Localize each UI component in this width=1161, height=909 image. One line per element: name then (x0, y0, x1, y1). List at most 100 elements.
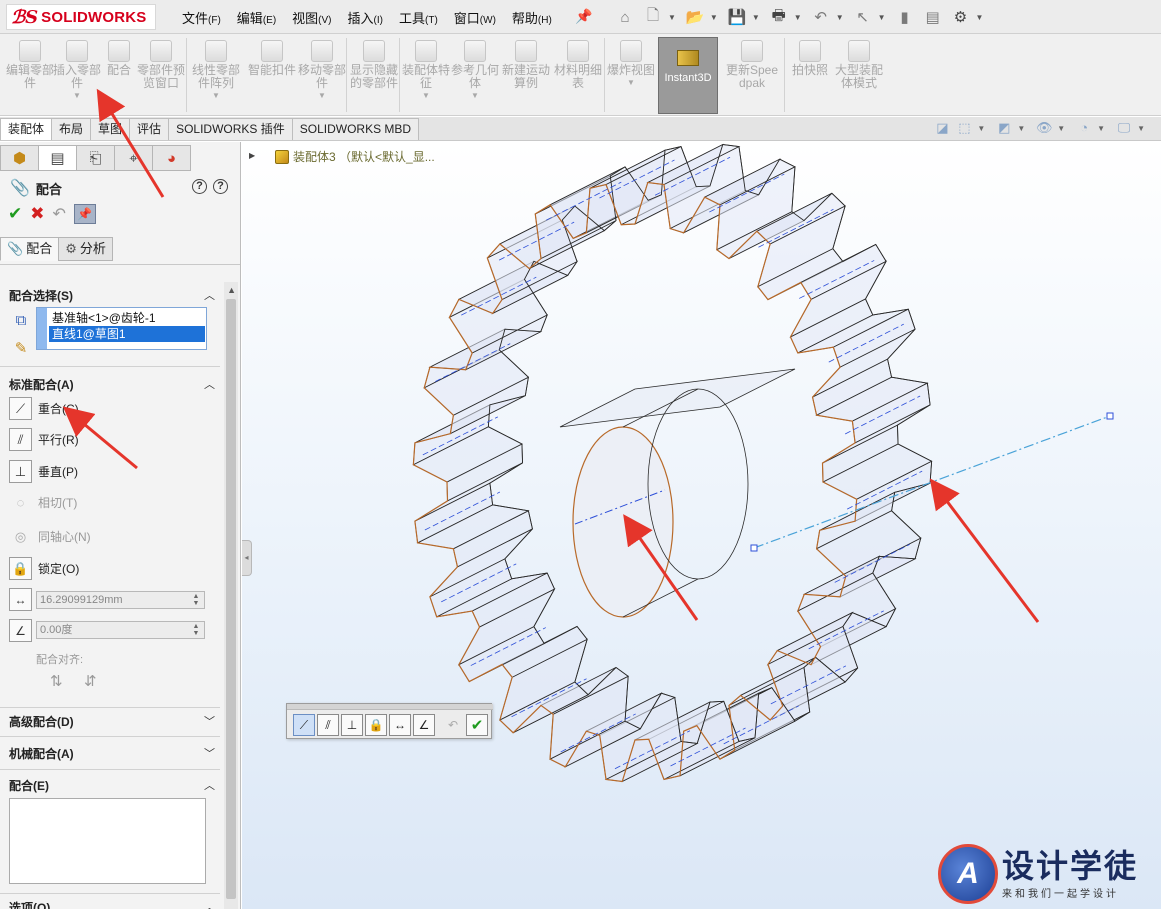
keep-visible-pin-icon[interactable]: 📌 (73, 204, 96, 224)
perpendicular-icon[interactable]: ⊥ (341, 714, 363, 736)
group-mates[interactable]: 配合(E) (9, 777, 49, 794)
undo-icon[interactable]: ↶ (808, 4, 834, 30)
aligned-icon[interactable]: ⇅ (50, 672, 63, 690)
new-document-icon[interactable]: 🗋 (640, 4, 666, 30)
dimxpert-tab-icon[interactable]: ⌖ (114, 145, 153, 171)
help-icon[interactable]: ? (213, 179, 228, 194)
menu-edit[interactable]: 编辑(E) (237, 8, 276, 27)
assembly-features-button[interactable]: 装配体特征 ▼ (400, 40, 452, 100)
edit-component-button[interactable]: 编辑零部件 (4, 40, 56, 90)
scene-icon[interactable]: ◔ (1075, 120, 1093, 136)
chevron-up-icon[interactable]: ︿ (204, 287, 215, 303)
chevron-down-icon[interactable]: ﹀ (204, 745, 215, 761)
linear-pattern-button[interactable]: 线性零部件阵列 ▼ (190, 40, 242, 100)
property-manager-tab-icon[interactable]: ▤ (38, 145, 77, 171)
file-properties-icon[interactable]: ▤ (920, 4, 946, 30)
group-mechanical-mates[interactable]: 机械配合(A) (9, 745, 74, 762)
chevron-down-icon[interactable]: ▼ (422, 91, 430, 100)
home-icon[interactable]: ⌂ (612, 4, 638, 30)
mate-reference-icon[interactable]: ✎ (10, 338, 32, 360)
options-gear-icon[interactable]: ⚙ (948, 4, 974, 30)
menu-insert[interactable]: 插入(I) (348, 8, 383, 27)
solidworks-logo[interactable]: ℬS SOLIDWORKS (6, 4, 156, 30)
group-standard-mates[interactable]: 标准配合(A) (9, 376, 74, 393)
spinner-arrows-icon[interactable]: ▲ ▼ (189, 623, 203, 637)
large-assembly-mode-button[interactable]: 大型装配体模式 (833, 40, 885, 90)
tab-mbd[interactable]: SOLIDWORKS MBD (291, 118, 420, 140)
scene-dropdown-icon[interactable]: ▼ (1097, 124, 1105, 133)
tab-assembly[interactable]: 装配体 (0, 118, 53, 140)
exploded-view-button[interactable]: 爆炸视图 ▼ (605, 40, 657, 87)
component-preview-button[interactable]: 零部件预览窗口 (135, 40, 187, 90)
open-dropdown-icon[interactable]: ▼ (710, 13, 718, 22)
gear-model[interactable] (242, 142, 1161, 909)
parallel-icon[interactable]: ⫽ (317, 714, 339, 736)
bill-of-materials-button[interactable]: 材料明细表 (552, 40, 604, 90)
chevron-down-icon[interactable]: ﹀ (204, 713, 215, 729)
mate-parallel[interactable]: ⫽ 平行(R) (9, 428, 79, 451)
new-motion-study-button[interactable]: 新建运动算例 (500, 40, 552, 90)
tab-analysis[interactable]: ⚙ 分析 (58, 237, 113, 261)
tab-evaluate[interactable]: 评估 (129, 118, 170, 140)
scrollbar-thumb[interactable] (226, 299, 236, 899)
coincident-icon[interactable]: ⟋ (293, 714, 315, 736)
scroll-up-icon[interactable]: ▲ (227, 285, 236, 295)
angle-input[interactable]: 0.00度 ▲ ▼ (36, 621, 205, 639)
mate-perpendicular[interactable]: ⊥ 垂直(P) (9, 460, 78, 483)
zoom-to-fit-icon[interactable]: ⬚ (955, 120, 973, 136)
mate-coincident[interactable]: ⟋ 重合(C) (9, 397, 79, 420)
tab-layout[interactable]: 布局 (51, 118, 92, 140)
tab-addins[interactable]: SOLIDWORKS 插件 (168, 118, 293, 140)
angle-icon[interactable]: ∠ (413, 714, 435, 736)
menu-help[interactable]: 帮助(H) (512, 8, 552, 27)
rebuild-icon[interactable]: ▮ (892, 4, 918, 30)
instant3d-button[interactable]: Instant3D (658, 37, 718, 114)
select-dropdown-icon[interactable]: ▼ (878, 13, 886, 22)
mate-selections-list[interactable]: 基准轴<1>@齿轮-1 直线1@草图1 (36, 307, 207, 350)
pin-menu-icon[interactable]: 📌 (575, 8, 592, 25)
move-component-button[interactable]: 移动零部件 ▼ (296, 40, 348, 100)
print-icon[interactable]: 🖶 (766, 4, 792, 30)
toolbar-grip[interactable] (287, 704, 493, 710)
whats-new-help-icon[interactable]: ? (192, 179, 207, 194)
distance-mate-icon[interactable]: ↔ (9, 588, 32, 611)
chevron-down-icon[interactable]: ▼ (212, 91, 220, 100)
ok-checkmark-icon[interactable]: ✔ (466, 714, 488, 736)
cancel-x-icon[interactable]: ✖ (30, 204, 44, 224)
chevron-up-icon[interactable]: ︿ (204, 899, 215, 909)
tab-sketch[interactable]: 草图 (90, 118, 131, 140)
menu-window[interactable]: 窗口(W) (454, 8, 496, 27)
group-mate-selections[interactable]: 配合选择(S) (9, 287, 73, 304)
anti-aligned-icon[interactable]: ⇵ (84, 672, 97, 690)
smart-fasteners-button[interactable]: 智能扣件 (246, 40, 298, 77)
chevron-down-icon[interactable]: ▼ (318, 91, 326, 100)
angle-mate-icon[interactable]: ∠ (9, 619, 32, 642)
open-folder-icon[interactable]: 📂 (682, 4, 708, 30)
undo-dropdown-icon[interactable]: ▼ (836, 13, 844, 22)
reference-geometry-button[interactable]: 参考几何体 ▼ (449, 40, 501, 100)
chevron-down-icon[interactable]: ▼ (627, 78, 635, 87)
chevron-up-icon[interactable]: ︿ (204, 777, 215, 793)
save-icon[interactable]: 💾 (724, 4, 750, 30)
distance-input[interactable]: 16.29099129mm ▲ ▼ (36, 591, 205, 609)
monitor-icon[interactable]: 🖵 (1115, 120, 1133, 136)
chevron-down-icon[interactable]: ▼ (73, 91, 81, 100)
selection-item-selected[interactable]: 直线1@草图1 (49, 326, 205, 342)
options-dropdown-icon[interactable]: ▼ (976, 13, 984, 22)
select-cursor-icon[interactable]: ↖ (850, 4, 876, 30)
group-options[interactable]: 选项(O) (9, 899, 50, 909)
ok-checkmark-icon[interactable]: ✔ (8, 204, 22, 224)
display-style-icon[interactable]: ◩ (995, 120, 1013, 136)
feature-manager-tab-icon[interactable]: ⬢ (0, 145, 39, 171)
chevron-up-icon[interactable]: ︿ (204, 376, 215, 392)
print-dropdown-icon[interactable]: ▼ (794, 13, 802, 22)
save-dropdown-icon[interactable]: ▼ (752, 13, 760, 22)
view-dropdown-icon[interactable]: ▼ (977, 124, 985, 133)
mate-lock[interactable]: 🔒 锁定(O) (9, 557, 79, 580)
new-dropdown-icon[interactable]: ▼ (668, 13, 676, 22)
view-orientation-icon[interactable]: ◪ (933, 120, 951, 136)
mate-entities-icon[interactable]: ⧉ (10, 310, 32, 332)
menu-view[interactable]: 视图(V) (292, 8, 331, 27)
undo-icon[interactable]: ↶ (53, 204, 66, 224)
hide-show-dropdown-icon[interactable]: ▼ (1057, 124, 1065, 133)
